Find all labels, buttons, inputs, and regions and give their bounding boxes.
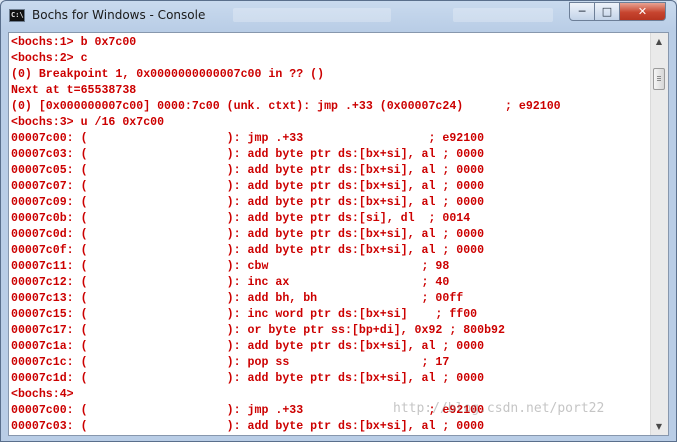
thumb-grip	[657, 78, 661, 79]
console-app-icon[interactable]: C:\	[9, 9, 25, 22]
console-line: (0) Breakpoint 1, 0x0000000000007c00 in …	[11, 68, 325, 81]
console-line: 00007c05: ( ): add byte ptr ds:[bx+si], …	[11, 164, 485, 177]
console-area[interactable]: <bochs:1> b 0x7c00 <bochs:2> c (0) Breakpo…	[8, 32, 669, 436]
background-window-ghost	[233, 8, 391, 22]
vertical-scrollbar[interactable]: ▲ ▼	[650, 33, 668, 435]
console-line: 00007c03: ( ): add byte ptr ds:[bx+si], …	[11, 148, 485, 161]
console-line: <bochs:2> c	[11, 52, 88, 65]
close-button[interactable]: ✕	[620, 2, 666, 21]
watermark: http://blog.csdn.net/port22	[393, 401, 605, 416]
console-line: 00007c00: ( ): jmp .+33 ; e92100	[11, 132, 485, 145]
minimize-button[interactable]: ─	[569, 2, 595, 21]
console-line: 00007c15: ( ): inc word ptr ds:[bx+si] ;…	[11, 308, 478, 321]
console-line: 00007c1c: ( ): pop ss ; 17	[11, 356, 450, 369]
scroll-down-arrow-icon[interactable]: ▼	[651, 418, 667, 435]
console-line: 00007c0d: ( ): add byte ptr ds:[bx+si], …	[11, 228, 485, 241]
thumb-grip	[657, 76, 661, 77]
console-window: C:\ Bochs for Windows - Console ─ □ ✕ <b…	[0, 0, 677, 442]
console-line: 00007c13: ( ): add bh, bh ; 00ff	[11, 292, 464, 305]
console-line: <bochs:1> b 0x7c00	[11, 36, 137, 49]
title-bar[interactable]: C:\ Bochs for Windows - Console ─ □ ✕	[1, 1, 676, 32]
background-window-ghost	[453, 8, 553, 22]
window-title: Bochs for Windows - Console	[32, 8, 206, 22]
console-line: 00007c0b: ( ): add byte ptr ds:[si], dl …	[11, 212, 471, 225]
console-line: Next at t=65538738	[11, 84, 137, 97]
console-line: 00007c12: ( ): inc ax ; 40	[11, 276, 450, 289]
console-line: 00007c09: ( ): add byte ptr ds:[bx+si], …	[11, 196, 485, 209]
console-line: 00007c03: ( ): add byte ptr ds:[bx+si], …	[11, 420, 485, 433]
scrollbar-thumb[interactable]	[653, 68, 665, 90]
console-line: 00007c11: ( ): cbw ; 98	[11, 260, 450, 273]
thumb-grip	[657, 80, 661, 81]
console-line: 00007c0f: ( ): add byte ptr ds:[bx+si], …	[11, 244, 485, 257]
console-line: 00007c1d: ( ): add byte ptr ds:[bx+si], …	[11, 372, 485, 385]
console-line: (0) [0x000000007c00] 0000:7c00 (unk. ctx…	[11, 100, 561, 113]
console-line: 00007c07: ( ): add byte ptr ds:[bx+si], …	[11, 180, 485, 193]
console-output[interactable]: <bochs:1> b 0x7c00 <bochs:2> c (0) Breakpo…	[11, 35, 651, 435]
scroll-up-arrow-icon[interactable]: ▲	[651, 33, 667, 50]
console-line: <bochs:3> u /16 0x7c00	[11, 116, 165, 129]
maximize-button[interactable]: □	[595, 2, 620, 21]
console-line: 00007c1a: ( ): add byte ptr ds:[bx+si], …	[11, 340, 485, 353]
console-line: 00007c17: ( ): or byte ptr ss:[bp+di], 0…	[11, 324, 505, 337]
